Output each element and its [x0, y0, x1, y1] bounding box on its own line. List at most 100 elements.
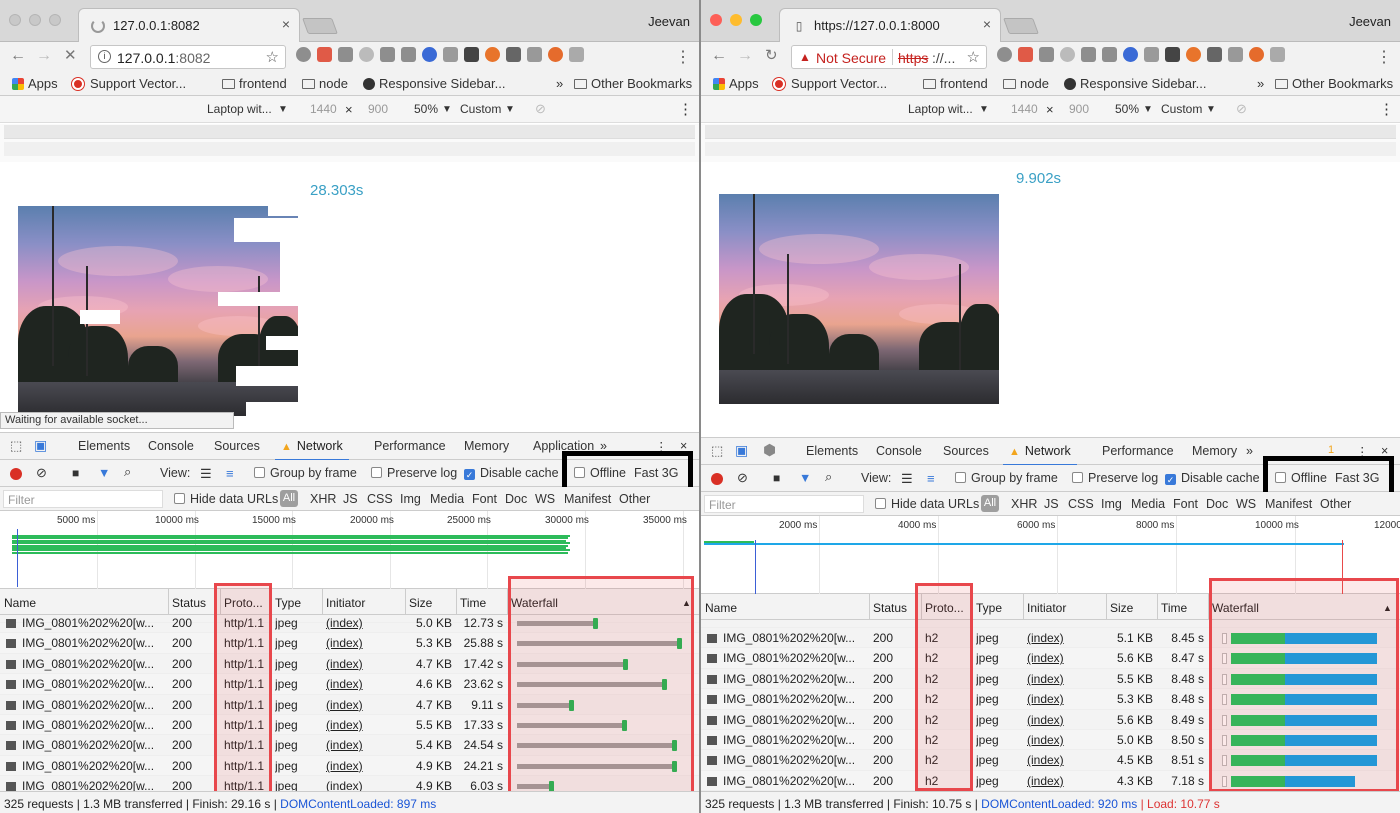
filter-type-all[interactable]: All: [280, 490, 298, 507]
column-header-size[interactable]: Size: [1110, 601, 1133, 615]
filter-type-css[interactable]: CSS: [1068, 497, 1094, 511]
checkbox-box-checked[interactable]: ✓: [464, 469, 475, 480]
device-select[interactable]: Laptop wit...: [908, 102, 973, 116]
bookmark-star-icon[interactable]: ☆: [266, 48, 279, 66]
extension-icon[interactable]: [380, 47, 395, 62]
browser-menu-icon[interactable]: ⋮: [675, 47, 691, 67]
extension-icon[interactable]: [296, 47, 311, 62]
address-bar[interactable]: ▲ Not Secure https://... ☆: [791, 45, 987, 69]
devtools-tab-network[interactable]: ▲ Network: [1003, 444, 1077, 466]
column-header-type[interactable]: Type: [275, 596, 301, 610]
devtools-tab-network[interactable]: ▲ Network: [275, 439, 349, 461]
large-rows-icon[interactable]: ☰: [901, 471, 913, 487]
filter-type-all[interactable]: All: [981, 495, 999, 512]
row-initiator[interactable]: (index): [1027, 651, 1064, 665]
extension-icon[interactable]: [443, 47, 458, 62]
new-tab-button[interactable]: [1003, 18, 1039, 34]
zoom-window-button[interactable]: [750, 14, 762, 26]
devtools-tab-console[interactable]: Console: [148, 439, 194, 453]
bookmark-item[interactable]: Other Bookmarks: [574, 76, 692, 91]
bookmark-item[interactable]: »: [1257, 76, 1264, 91]
filter-input[interactable]: Filter: [3, 490, 163, 508]
search-icon[interactable]: ⌕: [124, 464, 131, 480]
extension-icon[interactable]: [1018, 47, 1033, 62]
record-button[interactable]: [711, 473, 723, 485]
browser-menu-icon[interactable]: ⋮: [1376, 47, 1392, 67]
inspect-element-icon[interactable]: ⬚: [711, 443, 723, 459]
throttle-preset-select[interactable]: Custom: [460, 102, 501, 116]
row-initiator[interactable]: (index): [326, 759, 363, 773]
tab-close-icon[interactable]: ×: [282, 16, 290, 32]
browser-tab[interactable]: 127.0.0.1:8082 ×: [78, 8, 300, 42]
zoom-arrow-icon[interactable]: ▼: [1143, 104, 1153, 115]
row-initiator[interactable]: (index): [326, 738, 363, 752]
rotate-icon[interactable]: ⊘: [1236, 101, 1247, 117]
extension-icon[interactable]: [569, 47, 584, 62]
extension-icon[interactable]: [1207, 47, 1222, 62]
filter-type-img[interactable]: Img: [1101, 497, 1122, 511]
extension-icon[interactable]: [548, 47, 563, 62]
column-header-time[interactable]: Time: [1161, 601, 1187, 615]
browser-tab[interactable]: ▯ https://127.0.0.1:8000 ×: [779, 8, 1001, 42]
devtools-tab-memory[interactable]: Memory: [1192, 444, 1237, 458]
extension-icon[interactable]: [527, 47, 542, 62]
throttle-preset-select[interactable]: Custom: [1161, 102, 1202, 116]
filter-type-css[interactable]: CSS: [367, 492, 393, 506]
profile-name[interactable]: Jeevan: [648, 14, 690, 29]
minimize-window-button[interactable]: [730, 14, 742, 26]
devtools-tab-performance[interactable]: Performance: [374, 439, 446, 453]
close-window-button[interactable]: [710, 14, 722, 26]
overview-icon[interactable]: ≡: [226, 466, 234, 481]
devtools-tab-performance[interactable]: Performance: [1102, 444, 1174, 458]
forward-arrow-icon[interactable]: →: [737, 47, 753, 65]
column-header-name[interactable]: Name: [4, 596, 36, 610]
filter-type-js[interactable]: JS: [343, 492, 358, 506]
extension-icon[interactable]: [1060, 47, 1075, 62]
width-input[interactable]: 1440: [310, 102, 337, 116]
group-by-frame-checkbox[interactable]: Group by frame: [955, 471, 1058, 485]
filter-type-js[interactable]: JS: [1044, 497, 1059, 511]
filter-type-media[interactable]: Media: [430, 492, 464, 506]
checkbox-box[interactable]: [371, 467, 382, 478]
checkbox-box[interactable]: [1072, 472, 1083, 483]
bookmark-item[interactable]: Other Bookmarks: [1275, 76, 1393, 91]
bookmark-item[interactable]: node: [1003, 76, 1049, 91]
filter-type-media[interactable]: Media: [1131, 497, 1165, 511]
extension-icon[interactable]: [1039, 47, 1054, 62]
extension-icon[interactable]: [317, 47, 332, 62]
extension-icon[interactable]: [359, 47, 374, 62]
extension-icon[interactable]: [1123, 47, 1138, 62]
height-input[interactable]: 900: [1069, 102, 1089, 116]
address-bar[interactable]: i 127.0.0.1:8082 ☆: [90, 45, 286, 69]
hexagon-icon[interactable]: ⬢: [763, 441, 776, 459]
extension-icon[interactable]: [1165, 47, 1180, 62]
bookmark-star-icon[interactable]: ☆: [967, 48, 980, 66]
close-window-button[interactable]: [9, 14, 21, 26]
devtools-tab-sources[interactable]: Sources: [943, 444, 989, 458]
bookmark-item[interactable]: Responsive Sidebar...: [363, 76, 505, 91]
zoom-select[interactable]: 50%: [414, 102, 438, 116]
column-header-status[interactable]: Status: [873, 601, 907, 615]
more-tabs-icon[interactable]: »: [1246, 444, 1253, 458]
extension-icon[interactable]: [338, 47, 353, 62]
row-initiator[interactable]: (index): [1027, 713, 1064, 727]
filter-type-other[interactable]: Other: [1320, 497, 1351, 511]
bookmark-item[interactable]: Apps: [12, 76, 58, 91]
preserve-log-checkbox[interactable]: Preserve log: [371, 466, 457, 480]
zoom-arrow-icon[interactable]: ▼: [442, 104, 452, 115]
column-header-type[interactable]: Type: [976, 601, 1002, 615]
row-initiator[interactable]: (index): [1027, 774, 1064, 788]
column-header-size[interactable]: Size: [409, 596, 432, 610]
extension-icon[interactable]: [401, 47, 416, 62]
large-rows-icon[interactable]: ☰: [200, 466, 212, 482]
devtools-tab-sources[interactable]: Sources: [214, 439, 260, 453]
row-initiator[interactable]: (index): [1027, 631, 1064, 645]
row-initiator[interactable]: (index): [1027, 753, 1064, 767]
preset-arrow-icon[interactable]: ▼: [505, 104, 515, 115]
filter-type-xhr[interactable]: XHR: [1011, 497, 1037, 511]
row-initiator[interactable]: (index): [326, 677, 363, 691]
filter-type-img[interactable]: Img: [400, 492, 421, 506]
filter-type-font[interactable]: Font: [472, 492, 497, 506]
checkbox-box[interactable]: [174, 493, 185, 504]
checkbox-box[interactable]: [254, 467, 265, 478]
